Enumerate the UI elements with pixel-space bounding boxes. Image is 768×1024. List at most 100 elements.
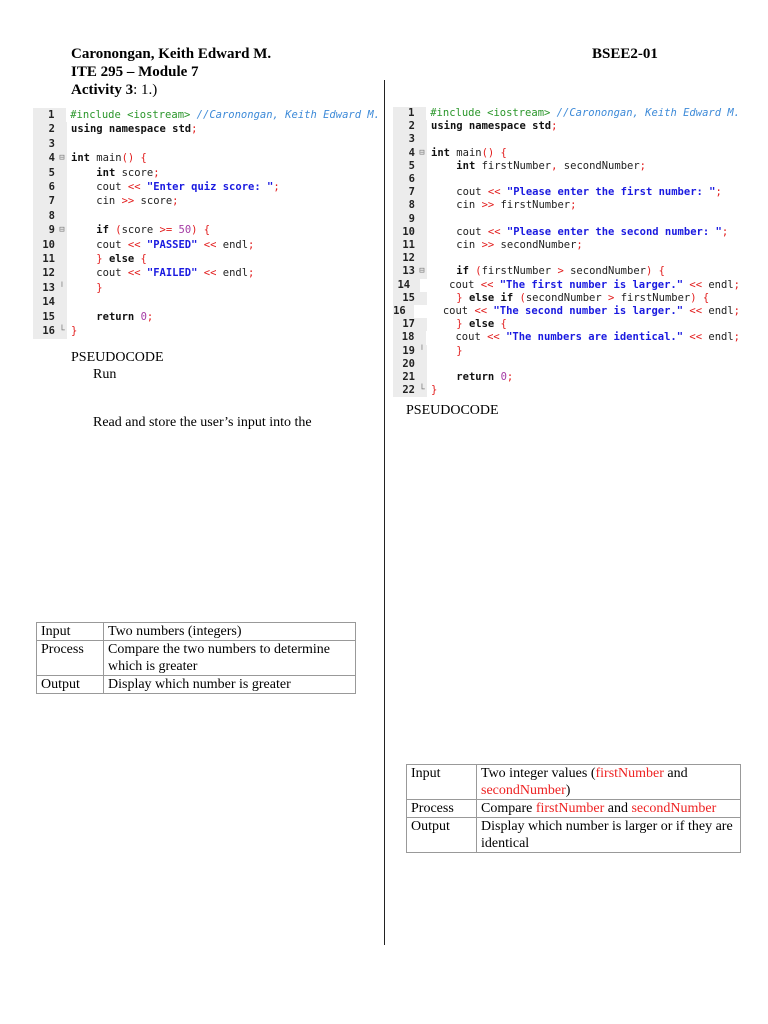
code-line: 3 bbox=[393, 133, 740, 147]
fold-marker-icon bbox=[417, 371, 427, 385]
text: and bbox=[604, 801, 632, 816]
code-token: //Caronongan, Keith Edward M. bbox=[556, 107, 740, 119]
code-text: } bbox=[67, 281, 102, 295]
fold-marker-icon bbox=[57, 295, 67, 310]
text: ) bbox=[565, 783, 571, 798]
code-token: << bbox=[487, 331, 507, 344]
line-number: 4 bbox=[33, 151, 57, 166]
code-line: 12 cout << "FAILED" << endl; bbox=[33, 266, 380, 281]
line-number: 16 bbox=[33, 324, 57, 339]
activity-label: Activity 3 bbox=[71, 82, 134, 98]
code-line: 16 cout << "The second number is larger.… bbox=[393, 305, 740, 319]
code-token: () { bbox=[121, 152, 147, 165]
fold-marker-icon bbox=[57, 180, 67, 195]
fold-marker-icon bbox=[416, 331, 427, 345]
line-number: 7 bbox=[33, 194, 57, 209]
line-number: 5 bbox=[33, 165, 57, 181]
code-text: } else { bbox=[67, 252, 147, 266]
line-number: 18 bbox=[393, 331, 417, 345]
code-line: 12 bbox=[393, 252, 740, 266]
line-number: 1 bbox=[33, 108, 57, 123]
code-token: ; bbox=[191, 123, 198, 136]
fold-marker-icon bbox=[417, 252, 427, 266]
code-token: "Please enter the first number: " bbox=[506, 186, 716, 199]
line-number: 13 bbox=[393, 265, 417, 279]
code-token: secondNumber bbox=[525, 291, 609, 304]
code-text: using namespace std; bbox=[67, 122, 197, 136]
variable-name: firstNumber bbox=[595, 766, 664, 781]
code-token: else bbox=[108, 253, 141, 266]
line-number: 20 bbox=[393, 357, 417, 372]
code-token: cin bbox=[431, 239, 482, 252]
code-line: 5 int firstNumber, secondNumber; bbox=[393, 159, 740, 174]
fold-marker-icon bbox=[57, 136, 67, 152]
code-screenshot-left: 1 #include <iostream> //Caronongan, Keith… bbox=[33, 108, 380, 339]
code-text: cout << "The numbers are identical." << … bbox=[426, 331, 740, 344]
code-token: endl bbox=[708, 331, 734, 344]
code-token: endl bbox=[222, 238, 249, 251]
code-text: return 0; bbox=[427, 371, 513, 384]
code-token: score bbox=[121, 166, 154, 179]
code-text: if (score >= 50) { bbox=[67, 223, 210, 237]
code-token: int bbox=[456, 159, 482, 172]
student-name: Caronongan, Keith Edward M. bbox=[71, 46, 272, 62]
code-token: cout bbox=[71, 267, 128, 280]
row-value: Display which number is larger or if the… bbox=[476, 817, 741, 853]
fold-marker-icon bbox=[417, 186, 427, 200]
fold-marker-icon bbox=[417, 173, 427, 187]
code-token: ; bbox=[248, 267, 255, 280]
code-token: ; bbox=[570, 199, 577, 212]
row-value: Compare the two numbers to determine whi… bbox=[103, 640, 356, 676]
fold-marker-icon: └ bbox=[57, 324, 67, 339]
code-text: } bbox=[427, 384, 437, 397]
fold-marker-icon bbox=[417, 357, 427, 372]
code-line: 21 return 0; bbox=[393, 371, 740, 385]
code-token: >> bbox=[121, 195, 141, 208]
table-row: Process Compare firstNumber and secondNu… bbox=[406, 799, 741, 818]
code-token: score bbox=[121, 224, 160, 237]
code-token: ; bbox=[639, 159, 646, 172]
table-row: Output Display which number is greater bbox=[36, 675, 356, 694]
code-line: 11 cin >> secondNumber; bbox=[393, 239, 740, 253]
code-line: 20 bbox=[393, 357, 740, 372]
code-token: "The numbers are identical." bbox=[506, 331, 684, 344]
code-token: ; bbox=[248, 238, 255, 251]
code-token: > bbox=[557, 265, 571, 278]
code-line: 18 cout << "The numbers are identical." … bbox=[393, 331, 740, 345]
code-line: 6 cout << "Enter quiz score: "; bbox=[33, 180, 380, 195]
code-line: 22 └} bbox=[393, 384, 740, 398]
code-token: } bbox=[431, 384, 438, 397]
code-line: 15 } else if (secondNumber > firstNumber… bbox=[393, 291, 740, 306]
code-token: << bbox=[127, 238, 147, 251]
code-token: firstNumber bbox=[620, 291, 691, 304]
code-token: endl bbox=[708, 305, 734, 318]
code-text: } else { bbox=[427, 318, 507, 331]
code-token: "FAILED" bbox=[146, 267, 198, 280]
code-text: int main() { bbox=[427, 147, 507, 160]
code-token: ; bbox=[172, 195, 179, 208]
code-line: 14 bbox=[33, 295, 380, 310]
code-token: #include <iostream> bbox=[70, 109, 197, 121]
code-token: >= bbox=[159, 224, 179, 237]
code-token: score bbox=[140, 195, 173, 208]
code-token: ; bbox=[733, 305, 740, 318]
code-line: 8 cin >> firstNumber; bbox=[393, 199, 740, 213]
code-line: 9 bbox=[393, 212, 740, 226]
code-token: "Enter quiz score: " bbox=[146, 181, 274, 194]
code-line: 11 } else { bbox=[33, 252, 380, 267]
code-token: << bbox=[683, 331, 709, 344]
fold-marker-icon bbox=[57, 266, 67, 281]
code-line: 4 ⊟ int main() { bbox=[33, 151, 380, 166]
row-label: Input bbox=[36, 622, 104, 641]
code-text: #include <iostream> //Caronongan, Keith … bbox=[66, 108, 380, 122]
activity-value: : 1.) bbox=[133, 82, 158, 98]
line-number: 17 bbox=[393, 318, 417, 332]
code-line: 5 int score; bbox=[33, 165, 380, 181]
code-screenshot-right: 1 #include <iostream> //Caronongan, Keith… bbox=[393, 107, 740, 398]
document-page: Caronongan, Keith Edward M. BSEE2-01 ITE… bbox=[0, 0, 768, 1024]
